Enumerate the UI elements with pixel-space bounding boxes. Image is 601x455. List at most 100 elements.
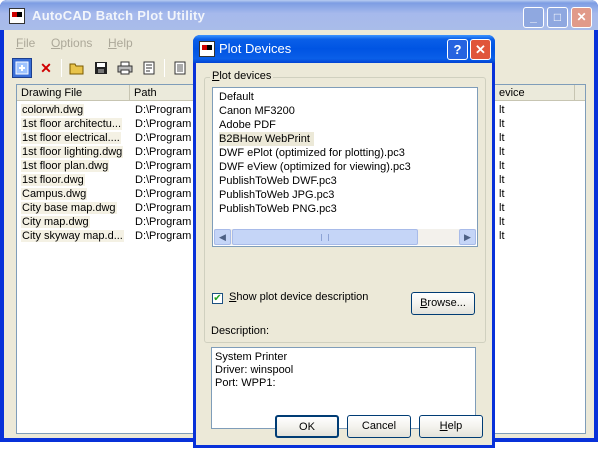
- browse-text: rowse...: [427, 297, 466, 309]
- description-label: Description:: [211, 325, 270, 337]
- print-icon[interactable]: [115, 58, 135, 78]
- drawing-file-name: 1st floor electrical....: [21, 132, 121, 144]
- page-setup-icon[interactable]: [170, 58, 190, 78]
- group-label-text: lot devices: [219, 70, 272, 82]
- maximize-button[interactable]: □: [547, 7, 568, 28]
- path-cell: D:\Program Files: [135, 174, 195, 186]
- drawing-file-cell: 1st floor plan.dwg: [21, 159, 129, 173]
- menu-file-label: ile: [23, 36, 36, 50]
- device-cell: lt: [499, 216, 505, 228]
- plot-devices-group-label: Plot devices: [210, 70, 274, 82]
- drawing-file-name: City map.dwg: [21, 216, 90, 228]
- device-cell: lt: [499, 188, 505, 200]
- device-cell: lt: [499, 202, 505, 214]
- list-item[interactable]: Adobe PDF: [219, 118, 276, 132]
- drawing-file-cell: 1st floor lighting.dwg: [21, 145, 129, 159]
- help-text: elp: [447, 420, 463, 432]
- drawing-file-name: 1st floor.dwg: [21, 174, 85, 186]
- list-item[interactable]: PublishToWeb DWF.pc3: [219, 174, 337, 188]
- show-description-checkbox[interactable]: ✔: [212, 293, 223, 304]
- plot-devices-dialog: Plot Devices ? ✕ Plot devices Default Can…: [193, 35, 495, 448]
- drawing-file-name: City base map.dwg: [21, 202, 117, 214]
- dialog-title: Plot Devices: [219, 41, 292, 56]
- open-folder-icon[interactable]: [67, 58, 87, 78]
- plot-devices-listbox[interactable]: Default Canon MF3200 Adobe PDF B2BHow WebPr…: [212, 87, 478, 247]
- dialog-body: Plot devices Default Canon MF3200 Adobe PD…: [196, 63, 492, 445]
- dialog-titlebar[interactable]: Plot Devices ? ✕: [193, 35, 495, 63]
- show-desc-text: how plot device description: [236, 291, 369, 303]
- help-button[interactable]: Help: [419, 415, 483, 438]
- column-plot-device[interactable]: evice: [495, 85, 575, 101]
- column-drawing-file[interactable]: Drawing File: [17, 85, 130, 101]
- column-path[interactable]: Path: [130, 85, 195, 101]
- show-description-label[interactable]: Show plot device description: [229, 291, 368, 303]
- path-cell: D:\Program Files: [135, 230, 195, 242]
- device-cell: lt: [499, 132, 505, 144]
- description-line: Port: WPP1:: [215, 377, 276, 389]
- main-titlebar[interactable]: AutoCAD Batch Plot Utility _ □ ✕: [0, 0, 598, 30]
- menu-options-mnemonic: O: [51, 36, 61, 50]
- path-cell: D:\Program Files: [135, 146, 195, 158]
- horizontal-scrollbar[interactable]: ◀ ▶: [214, 229, 476, 245]
- drawing-file-cell: colorwh.dwg: [21, 103, 129, 117]
- menu-help-label: elp: [116, 36, 133, 50]
- menu-options-label: ptions: [60, 36, 93, 50]
- dialog-close-button[interactable]: ✕: [470, 39, 491, 60]
- list-item[interactable]: DWF ePlot (optimized for plotting).pc3: [219, 146, 405, 160]
- drawing-file-name: 1st floor architectu...: [21, 118, 123, 130]
- list-item[interactable]: PublishToWeb PNG.pc3: [219, 202, 337, 216]
- description-line: Driver: winspool: [215, 364, 294, 376]
- scroll-grip-icon: [321, 234, 329, 241]
- minimize-button[interactable]: _: [523, 7, 544, 28]
- drawing-file-cell: City map.dwg: [21, 215, 129, 229]
- plot-stamp-icon[interactable]: [139, 58, 159, 78]
- device-cell: lt: [499, 230, 505, 242]
- path-cell: D:\Program Files: [135, 132, 195, 144]
- drawing-file-cell: Campus.dwg: [21, 187, 129, 201]
- save-icon[interactable]: [91, 58, 111, 78]
- path-cell: D:\Program Files: [135, 216, 195, 228]
- help-mnemonic: H: [439, 420, 448, 432]
- drawing-file-name: 1st floor plan.dwg: [21, 160, 110, 172]
- ok-button[interactable]: OK: [275, 415, 339, 438]
- list-item[interactable]: Default: [219, 90, 254, 104]
- toolbar-separator: [164, 59, 165, 77]
- remove-drawing-icon[interactable]: ✕: [36, 58, 56, 78]
- scroll-thumb[interactable]: [232, 229, 418, 245]
- scroll-left-icon[interactable]: ◀: [214, 229, 231, 245]
- drawing-file-name: colorwh.dwg: [21, 104, 85, 116]
- browse-button[interactable]: Browse...: [411, 292, 475, 315]
- device-cell: lt: [499, 104, 505, 116]
- drawing-file-cell: City base map.dwg: [21, 201, 129, 215]
- dialog-help-button[interactable]: ?: [447, 39, 468, 60]
- close-button[interactable]: ✕: [571, 7, 592, 28]
- drawing-file-cell: City skyway map.d...: [21, 229, 129, 243]
- add-drawing-icon[interactable]: [12, 58, 32, 78]
- drawing-file-cell: 1st floor.dwg: [21, 173, 129, 187]
- drawing-file-cell: 1st floor architectu...: [21, 117, 129, 131]
- path-cell: D:\Program Files: [135, 160, 195, 172]
- cancel-button[interactable]: Cancel: [347, 415, 411, 438]
- main-window-title: AutoCAD Batch Plot Utility: [32, 8, 206, 23]
- toolbar-separator: [61, 59, 62, 77]
- list-item[interactable]: PublishToWeb JPG.pc3: [219, 188, 334, 202]
- menu-file[interactable]: File: [16, 36, 35, 50]
- drawing-file-name: Campus.dwg: [21, 188, 88, 200]
- device-cell: lt: [499, 146, 505, 158]
- list-item[interactable]: DWF eView (optimized for viewing).pc3: [219, 160, 411, 174]
- menu-options[interactable]: Options: [51, 36, 92, 50]
- menu-help-mnemonic: H: [108, 36, 117, 50]
- menu-help[interactable]: Help: [108, 36, 133, 50]
- device-cell: lt: [499, 174, 505, 186]
- path-cell: D:\Program Files: [135, 118, 195, 130]
- autocad-app-icon: [9, 8, 25, 24]
- device-cell: lt: [499, 160, 505, 172]
- list-item[interactable]: B2BHow WebPrint: [219, 132, 314, 146]
- path-cell: D:\Program Files: [135, 104, 195, 116]
- list-item[interactable]: Canon MF3200: [219, 104, 295, 118]
- path-cell: D:\Program Files: [135, 202, 195, 214]
- device-cell: lt: [499, 118, 505, 130]
- drawing-file-name: 1st floor lighting.dwg: [21, 146, 124, 158]
- scroll-right-icon[interactable]: ▶: [459, 229, 476, 245]
- description-line: System Printer: [215, 351, 288, 363]
